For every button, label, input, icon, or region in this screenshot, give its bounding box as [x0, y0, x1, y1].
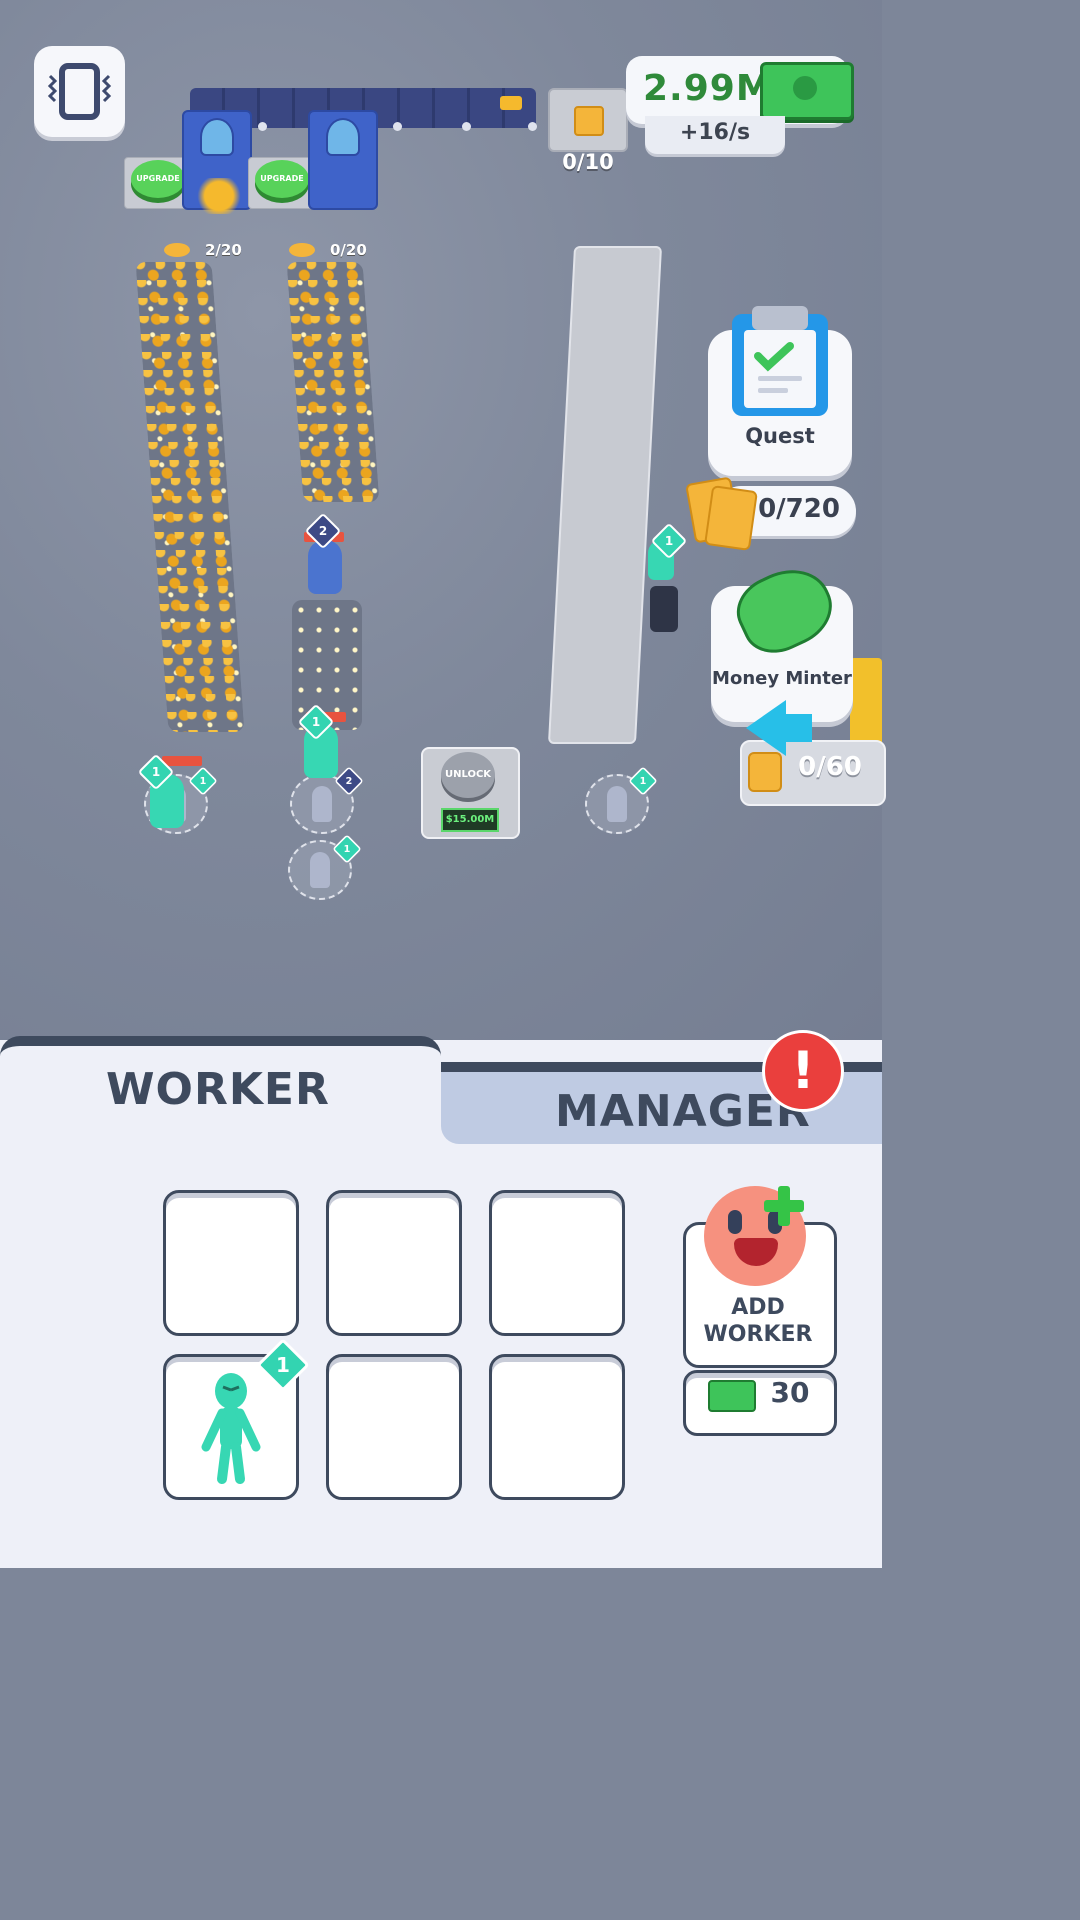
worker-slot[interactable]: [326, 1354, 462, 1500]
gold-bar-slot-count: 0/10: [562, 150, 614, 174]
cart-icon: [650, 586, 678, 632]
tab-worker-label: WORKER: [106, 1064, 330, 1115]
upgrade-button-1[interactable]: UPGRADE: [131, 160, 185, 198]
vibration-icon: [47, 63, 112, 120]
checkmark-icon: [754, 342, 802, 393]
money-value: 2.99M: [643, 68, 773, 109]
machine-glass: [200, 118, 234, 156]
smelter-machine-2: [308, 110, 378, 210]
unlock-price: $15.00M: [441, 808, 499, 832]
clipboard-clip: [752, 306, 808, 330]
conveyor-roller: [393, 122, 402, 131]
gold-ticket-icon: [748, 752, 782, 792]
gold-bar-icon: [500, 96, 522, 110]
gold-ticket-icon: [574, 106, 604, 136]
quest-label: Quest: [745, 424, 815, 448]
worker-slot[interactable]: [489, 1354, 625, 1500]
conveyor-roller: [258, 122, 267, 131]
gold-nugget-icon: [164, 243, 190, 257]
ticket-count: 0/720: [758, 494, 840, 524]
machine-glass: [326, 118, 360, 156]
gold-nugget-icon: [289, 243, 315, 257]
minter-output-count: 0/60: [798, 752, 862, 782]
worker-slot[interactable]: [326, 1190, 462, 1336]
upgrade-pad-2[interactable]: UPGRADE: [248, 157, 316, 209]
cash-icon: [708, 1380, 756, 1412]
add-worker-label: ADD WORKER: [703, 1295, 813, 1347]
plus-icon-bar: [764, 1200, 804, 1212]
cash-icon: [760, 62, 854, 120]
conveyor-roller: [462, 122, 471, 131]
mined-lane-2: [292, 600, 362, 730]
face-eye: [728, 1210, 742, 1234]
gold-pile: [188, 178, 250, 214]
clipboard-paper: [744, 330, 816, 408]
arrow-tail: [784, 714, 812, 742]
worker-slot[interactable]: [163, 1190, 299, 1336]
money-minter-label: Money Minter: [712, 668, 852, 689]
upgrade-button-2[interactable]: UPGRADE: [255, 160, 309, 198]
vibration-toggle-button[interactable]: [34, 46, 125, 137]
add-worker-price: 30: [770, 1376, 810, 1409]
worker-character: [308, 540, 342, 594]
lane-1-count: 2/20: [205, 241, 242, 259]
unlock-button[interactable]: UNLOCK: [441, 752, 495, 798]
worker-slot[interactable]: [489, 1190, 625, 1336]
tab-worker[interactable]: WORKER: [0, 1036, 441, 1156]
conveyor-roller: [528, 122, 537, 131]
alert-badge: !: [762, 1030, 844, 1112]
arrow-left-icon: [746, 700, 786, 756]
mine-cart: [162, 756, 202, 766]
income-rate: +16/s: [679, 120, 751, 145]
lane-2-count: 0/20: [330, 241, 367, 259]
gold-bar-slot: [548, 88, 628, 152]
